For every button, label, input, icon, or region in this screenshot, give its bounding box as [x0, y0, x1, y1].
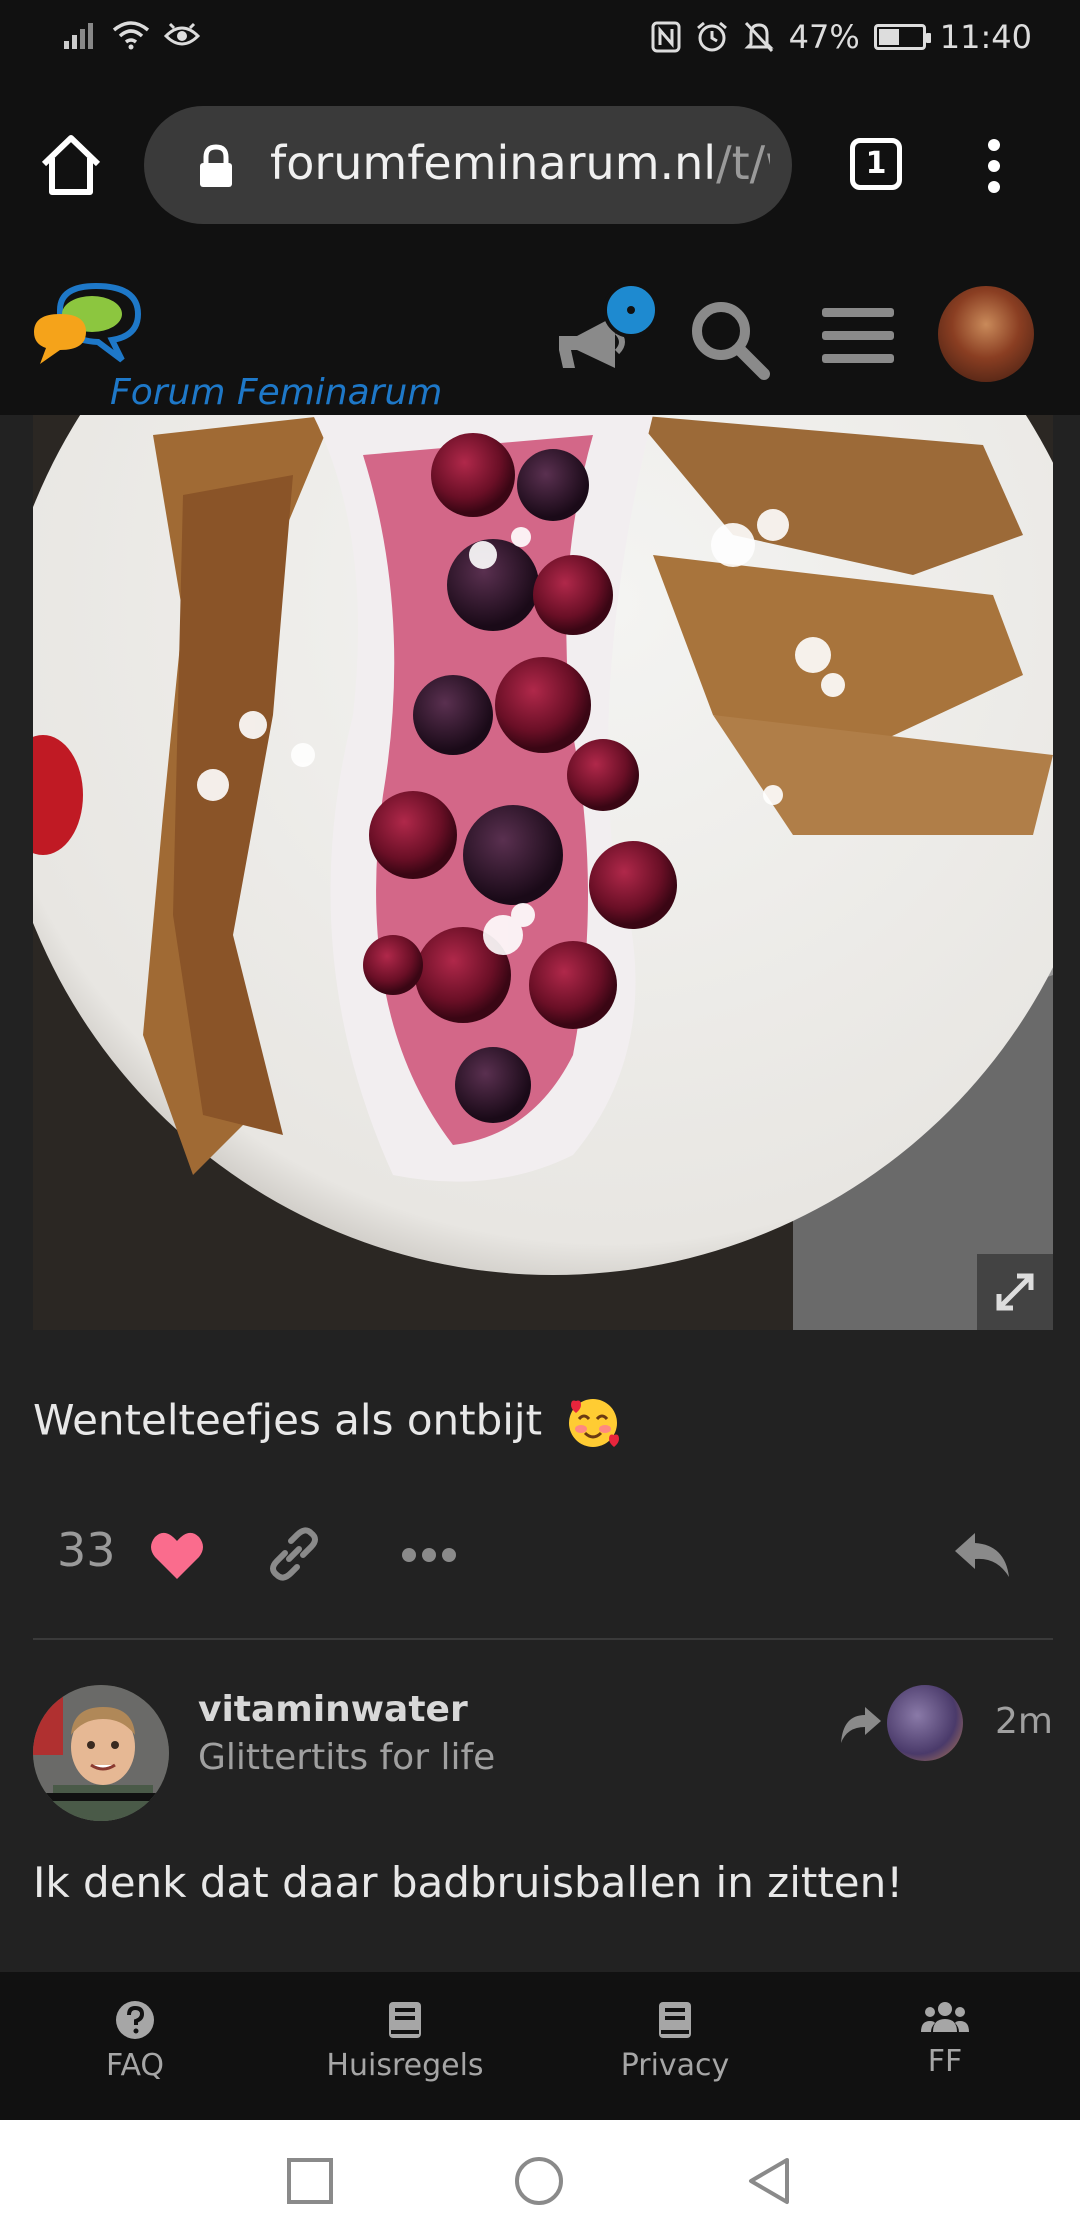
post-divider: [33, 1638, 1053, 1640]
nav-faq[interactable]: FAQ: [35, 2000, 235, 2083]
forum-header: Forum Feminarum: [0, 250, 1080, 415]
tab-switcher-button[interactable]: 1: [850, 138, 902, 190]
heart-icon[interactable]: [149, 1529, 205, 1581]
reply-to-avatar[interactable]: [887, 1685, 963, 1761]
question-icon: [116, 2001, 154, 2039]
logo-text: Forum Feminarum: [110, 372, 443, 413]
post-image[interactable]: [33, 415, 1053, 1330]
battery-level: [878, 29, 899, 45]
reply-username[interactable]: vitaminwater: [198, 1689, 468, 1730]
clock: 11:40: [939, 18, 1032, 56]
nfc-icon: [651, 21, 681, 53]
battery-icon: [873, 24, 931, 50]
reply-post: vitaminwater Glittertits for life 2m: [33, 1685, 1053, 1825]
reply-icon[interactable]: [953, 1531, 1011, 1579]
reply-avatar[interactable]: [33, 1685, 169, 1821]
food-photo: [33, 415, 1053, 1330]
url-domain: forumfeminarum.nl: [270, 136, 717, 190]
status-left-icons: [64, 20, 200, 50]
battery-percent: 47%: [788, 18, 860, 56]
back-triangle-icon[interactable]: [745, 2156, 795, 2206]
reply-user-title: Glittertits for life: [198, 1737, 496, 1778]
system-navigation-bar: [0, 2120, 1080, 2240]
search-icon[interactable]: [688, 298, 770, 380]
notification-icon[interactable]: [555, 280, 665, 380]
book-icon: [389, 2002, 421, 2038]
more-vert-icon[interactable]: [984, 138, 1004, 194]
home-icon[interactable]: [36, 130, 106, 200]
alarm-icon: [696, 21, 727, 52]
avatar-photo: [33, 1685, 169, 1821]
expand-image-button[interactable]: [977, 1254, 1053, 1330]
expand-icon: [996, 1273, 1034, 1311]
home-circle-icon[interactable]: [514, 2156, 564, 2206]
post-actions: 33: [33, 1515, 1053, 1595]
url-path: /t/w: [716, 136, 770, 190]
link-icon[interactable]: [265, 1525, 323, 1583]
reply-timestamp[interactable]: 2m: [995, 1701, 1053, 1742]
nav-huisregels-label: Huisregels: [326, 2048, 484, 2083]
url-text: forumfeminarum.nl/t/w: [270, 136, 770, 190]
nav-ff[interactable]: FF: [845, 2000, 1045, 2079]
url-bar[interactable]: forumfeminarum.nl/t/w: [144, 106, 792, 224]
lock-icon: [200, 144, 232, 187]
mute-bell-icon: [744, 21, 774, 53]
avatar[interactable]: [938, 286, 1034, 382]
forum-logo[interactable]: Forum Feminarum: [30, 274, 450, 413]
reply-to-arrow-icon[interactable]: [839, 1705, 883, 1745]
nav-ff-label: FF: [927, 2044, 963, 2079]
nav-privacy-label: Privacy: [620, 2048, 730, 2083]
book-icon: [659, 2002, 691, 2038]
hamburger-icon[interactable]: [822, 304, 894, 368]
post-text: Wentelteefjes als ontbijt: [33, 1395, 621, 1451]
reply-text: Ik denk dat daar badbruisballen in zitte…: [33, 1858, 904, 1907]
nav-privacy[interactable]: Privacy: [575, 2000, 775, 2083]
users-icon: [921, 2002, 969, 2032]
smiling-face-with-hearts-icon: [569, 1399, 620, 1447]
more-horiz-icon[interactable]: [401, 1547, 457, 1563]
browser-toolbar: forumfeminarum.nl/t/w 1: [0, 80, 1080, 250]
status-right-icons: 47% 11:40: [651, 18, 1032, 56]
status-bar: 47% 11:40: [0, 0, 1080, 80]
nav-huisregels[interactable]: Huisregels: [305, 2000, 505, 2083]
wifi-icon: [112, 21, 150, 50]
post-body: Wentelteefjes als ontbijt: [33, 1395, 543, 1445]
logo-speech-bubbles-icon: [34, 282, 142, 364]
like-count[interactable]: 33: [57, 1523, 116, 1577]
nav-faq-label: FAQ: [105, 2048, 165, 2083]
recents-icon[interactable]: [285, 2156, 335, 2206]
eye-icon: [164, 22, 200, 46]
bottom-nav: FAQ Huisregels Privacy FF: [0, 1972, 1080, 2120]
signal-icon: [64, 23, 93, 49]
